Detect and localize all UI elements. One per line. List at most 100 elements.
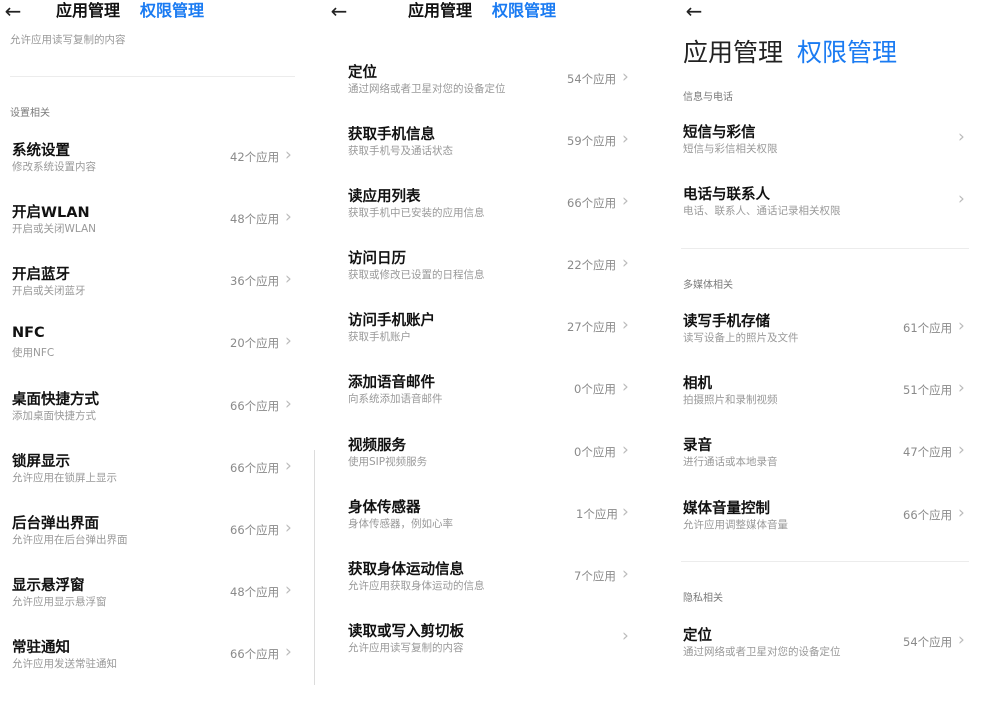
row-title: 相机 — [683, 376, 712, 392]
top-bar: ← 应用管理 权限管理 — [330, 0, 650, 22]
row-title: 媒体音量控制 — [683, 501, 770, 517]
row-desc: 进行通话或本地录音 — [683, 456, 778, 468]
row-count: 54个应用 — [903, 635, 953, 649]
permission-row-clipboard[interactable]: 读取或写入剪切板 允许应用读写复制的内容 › — [330, 620, 650, 680]
permission-row-location[interactable]: 定位 通过网络或者卫星对您的设备定位 54个应用 › — [665, 624, 1000, 684]
back-arrow-icon[interactable]: ← — [0, 1, 26, 21]
row-title: 读写手机存储 — [683, 314, 770, 330]
section-multimedia: 多媒体相关 — [683, 280, 733, 291]
chevron-right-icon: › — [285, 394, 292, 414]
permission-row-calendar[interactable]: 访问日历 获取或修改已设置的日程信息 22个应用 › — [330, 247, 650, 307]
chevron-right-icon: › — [958, 378, 965, 398]
back-arrow-icon[interactable]: ← — [330, 1, 352, 21]
permission-row-voicemail[interactable]: 添加语音邮件 向系统添加语音邮件 0个应用 › — [330, 371, 650, 431]
row-count: 51个应用 — [903, 383, 953, 397]
chevron-right-icon: › — [958, 127, 965, 147]
row-title: 身体传感器 — [348, 500, 421, 516]
permission-row-wlan[interactable]: 开启WLAN 开启或关闭WLAN 48个应用 › — [0, 201, 320, 261]
chevron-right-icon: › — [285, 580, 292, 600]
row-desc: 通过网络或者卫星对您的设备定位 — [683, 646, 841, 658]
row-desc: 获取或修改已设置的日程信息 — [348, 269, 485, 281]
row-title: 获取手机信息 — [348, 127, 435, 143]
chevron-right-icon: › — [622, 440, 629, 460]
row-desc: 电话、联系人、通话记录相关权限 — [683, 205, 841, 217]
row-desc: 短信与彩信相关权限 — [683, 143, 778, 155]
chevron-right-icon: › — [958, 630, 965, 650]
row-count: 27个应用 — [567, 320, 617, 334]
permission-row-sms[interactable]: 短信与彩信 短信与彩信相关权限 › — [665, 121, 1000, 181]
row-title: 常驻通知 — [12, 640, 70, 656]
row-title: 显示悬浮窗 — [12, 578, 85, 594]
row-count: 59个应用 — [567, 134, 617, 148]
permission-row-system-settings[interactable]: 系统设置 修改系统设置内容 42个应用 › — [0, 139, 320, 199]
chevron-right-icon: › — [285, 642, 292, 662]
chevron-right-icon: › — [622, 253, 629, 273]
row-count: 66个应用 — [567, 196, 617, 210]
row-title: 添加语音邮件 — [348, 375, 435, 391]
permission-row-app-list[interactable]: 读应用列表 获取手机中已安装的应用信息 66个应用 › — [330, 185, 650, 245]
permission-row-recording[interactable]: 录音 进行通话或本地录音 47个应用 › — [665, 434, 1000, 494]
row-title: 锁屏显示 — [12, 454, 70, 470]
permission-row-floating-window[interactable]: 显示悬浮窗 允许应用显示悬浮窗 48个应用 › — [0, 574, 320, 634]
permission-row-bluetooth[interactable]: 开启蓝牙 开启或关闭蓝牙 36个应用 › — [0, 263, 320, 323]
row-title: 开启蓝牙 — [12, 267, 70, 283]
chevron-right-icon: › — [622, 564, 629, 584]
permission-row-phone-contacts[interactable]: 电话与联系人 电话、联系人、通话记录相关权限 › — [665, 183, 1000, 243]
chevron-right-icon: › — [622, 626, 629, 646]
row-count: 20个应用 — [230, 336, 280, 350]
permission-row-activity[interactable]: 获取身体运动信息 允许应用获取身体运动的信息 7个应用 › — [330, 558, 650, 618]
row-desc: 获取手机号及通话状态 — [348, 145, 453, 157]
row-title: 电话与联系人 — [683, 187, 770, 203]
row-count: 0个应用 — [574, 382, 616, 396]
divider — [10, 76, 295, 77]
permission-row-nfc[interactable]: NFC 使用NFC 20个应用 › — [0, 325, 320, 385]
permission-row-storage[interactable]: 读写手机存储 读写设备上的照片及文件 61个应用 › — [665, 310, 1000, 370]
row-count: 42个应用 — [230, 150, 280, 164]
permission-row-body-sensors[interactable]: 身体传感器 身体传感器，例如心率 1个应用 › — [330, 496, 650, 556]
row-count: 0个应用 — [574, 445, 616, 459]
tab-permission-management[interactable]: 权限管理 — [492, 2, 556, 20]
permission-row-accounts[interactable]: 访问手机账户 获取手机账户 27个应用 › — [330, 309, 650, 369]
title-app-management[interactable]: 应用管理 — [683, 38, 783, 67]
panel-permission-management: ← 应用管理 权限管理 信息与电话 短信与彩信 短信与彩信相关权限 › 电话与联系… — [665, 0, 1000, 703]
row-desc: 允许应用获取身体运动的信息 — [348, 580, 485, 592]
chevron-right-icon: › — [285, 207, 292, 227]
tab-permission-management[interactable]: 权限管理 — [140, 2, 204, 20]
permission-row-lockscreen[interactable]: 锁屏显示 允许应用在锁屏上显示 66个应用 › — [0, 450, 320, 510]
permission-row-shortcut[interactable]: 桌面快捷方式 添加桌面快捷方式 66个应用 › — [0, 388, 320, 448]
row-count: 1个应用 — [576, 507, 618, 521]
permission-row-phone-info[interactable]: 获取手机信息 获取手机号及通话状态 59个应用 › — [330, 123, 650, 183]
row-title: 读应用列表 — [348, 189, 421, 205]
divider — [681, 248, 969, 249]
panel-app-management-permissions: ← 应用管理 权限管理 定位 通过网络或者卫星对您的设备定位 54个应用 › 获… — [330, 0, 650, 703]
title-permission-management[interactable]: 权限管理 — [797, 38, 897, 67]
permission-row-camera[interactable]: 相机 拍摄照片和录制视频 51个应用 › — [665, 372, 1000, 432]
tab-app-management[interactable]: 应用管理 — [408, 2, 472, 20]
row-desc: 拍摄照片和录制视频 — [683, 394, 778, 406]
tab-app-management[interactable]: 应用管理 — [56, 2, 120, 20]
row-title: 后台弹出界面 — [12, 516, 99, 532]
permission-row-background-popup[interactable]: 后台弹出界面 允许应用在后台弹出界面 66个应用 › — [0, 512, 320, 572]
row-desc: 获取手机账户 — [348, 331, 411, 343]
permission-row-media-volume[interactable]: 媒体音量控制 允许应用调整媒体音量 66个应用 › — [665, 497, 1000, 557]
row-title: 读取或写入剪切板 — [348, 624, 464, 640]
permission-row-video-service[interactable]: 视频服务 使用SIP视频服务 0个应用 › — [330, 434, 650, 494]
row-count: 7个应用 — [574, 569, 616, 583]
chevron-right-icon: › — [285, 269, 292, 289]
row-desc: 获取手机中已安装的应用信息 — [348, 207, 485, 219]
row-title: 开启WLAN — [12, 205, 90, 221]
chevron-right-icon: › — [958, 189, 965, 209]
row-count: 48个应用 — [230, 212, 280, 226]
row-count: 54个应用 — [567, 72, 617, 86]
permission-row-persistent-notification[interactable]: 常驻通知 允许应用发送常驻通知 66个应用 › — [0, 636, 320, 696]
back-arrow-icon[interactable]: ← — [681, 1, 707, 21]
row-count: 66个应用 — [230, 647, 280, 661]
row-title: 系统设置 — [12, 143, 70, 159]
permission-row-location[interactable]: 定位 通过网络或者卫星对您的设备定位 54个应用 › — [330, 61, 650, 121]
row-count: 66个应用 — [230, 399, 280, 413]
row-desc: 允许应用在后台弹出界面 — [12, 534, 128, 546]
chevron-right-icon: › — [622, 502, 629, 522]
row-desc: 允许应用显示悬浮窗 — [12, 596, 107, 608]
row-title: 录音 — [683, 438, 712, 454]
chevron-right-icon: › — [622, 129, 629, 149]
